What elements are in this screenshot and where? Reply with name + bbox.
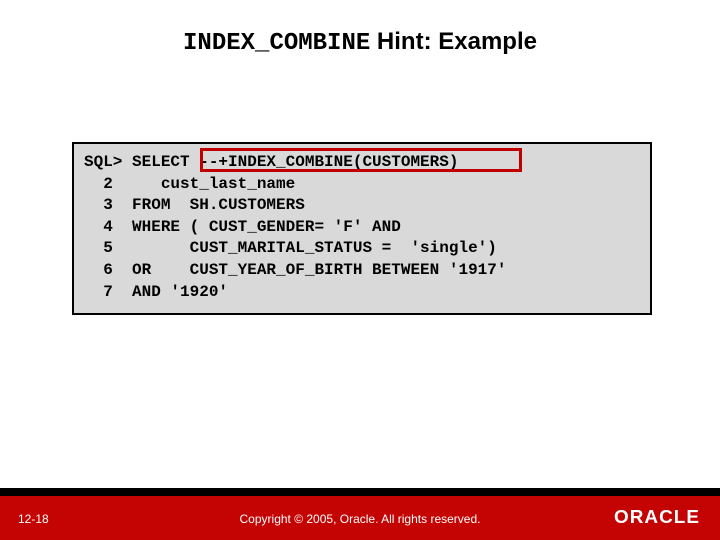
oracle-logo: ORACLE	[614, 507, 700, 528]
title-mono: INDEX_COMBINE	[183, 30, 370, 57]
slide-title: INDEX_COMBINE Hint: Example	[0, 0, 720, 57]
title-rest: Hint: Example	[370, 28, 537, 55]
code-line: 3 FROM SH.CUSTOMERS	[84, 196, 305, 214]
code-line: 6 OR CUST_YEAR_OF_BIRTH BETWEEN '1917'	[84, 261, 506, 279]
code-line: 2 cust_last_name	[84, 175, 295, 193]
code-line: 4 WHERE ( CUST_GENDER= 'F' AND	[84, 218, 401, 236]
code-line: 5 CUST_MARITAL_STATUS = 'single')	[84, 239, 497, 257]
code-line: SQL> SELECT --+INDEX_COMBINE(CUSTOMERS)	[84, 153, 458, 171]
code-line: 7 AND '1920'	[84, 283, 228, 301]
footer-divider	[0, 488, 720, 496]
copyright-text: Copyright © 2005, Oracle. All rights res…	[0, 512, 720, 526]
footer-bar: 12-18 Copyright © 2005, Oracle. All righ…	[0, 496, 720, 540]
sql-code-block: SQL> SELECT --+INDEX_COMBINE(CUSTOMERS) …	[72, 142, 652, 315]
